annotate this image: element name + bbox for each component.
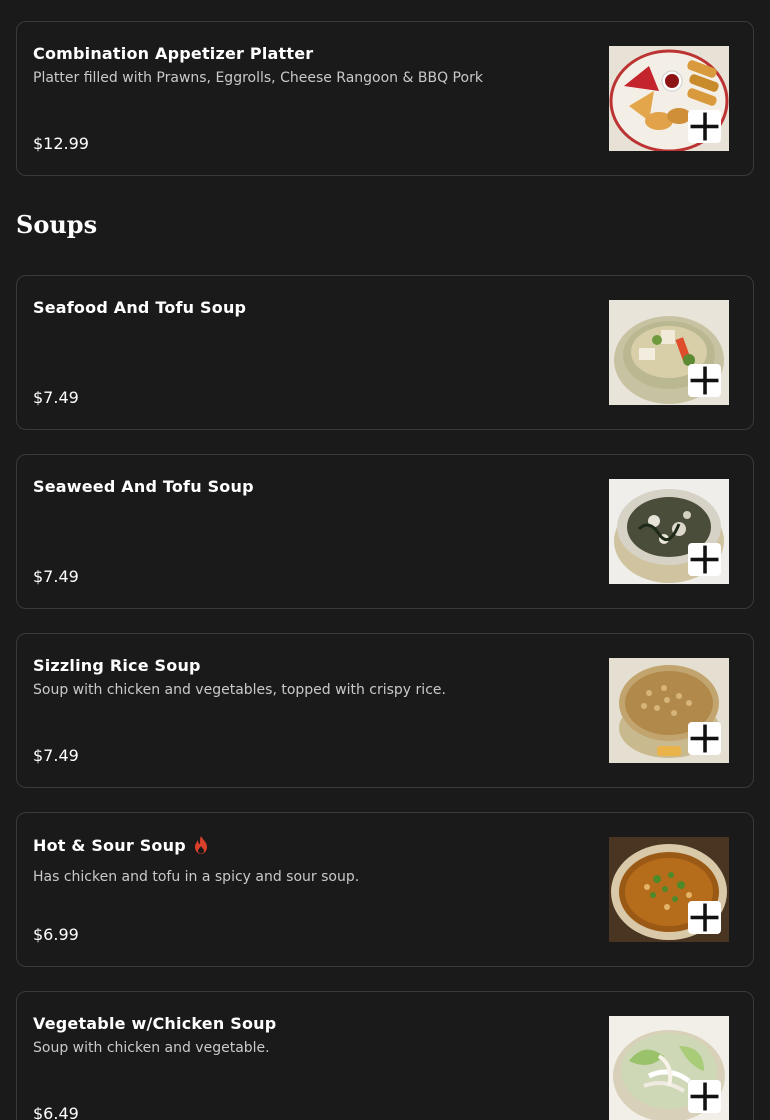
add-to-cart-button[interactable] — [688, 901, 721, 934]
item-price: $7.49 — [33, 388, 79, 407]
item-photo[interactable] — [609, 658, 729, 763]
item-price: $6.49 — [33, 1104, 79, 1120]
item-photo[interactable] — [609, 1016, 729, 1120]
item-price: $12.99 — [33, 134, 89, 153]
menu-item-card[interactable]: Seafood And Tofu Soup $7.49 — [16, 275, 754, 430]
menu-page: Combination Appetizer Platter Platter fi… — [0, 0, 770, 1120]
add-to-cart-button[interactable] — [688, 543, 721, 576]
item-description: Soup with chicken and vegetable. — [33, 1040, 270, 1056]
item-photo[interactable] — [609, 837, 729, 942]
plus-icon — [690, 724, 719, 753]
plus-icon — [690, 112, 719, 141]
item-name-text: Hot & Sour Soup — [33, 835, 186, 855]
item-description: Soup with chicken and vegetables, topped… — [33, 682, 446, 698]
item-price: $7.49 — [33, 567, 79, 586]
plus-icon — [690, 366, 719, 395]
item-photo[interactable] — [609, 479, 729, 584]
menu-item-card[interactable]: Seaweed And Tofu Soup $7.49 — [16, 454, 754, 609]
item-name: Combination Appetizer Platter — [33, 44, 314, 63]
item-photo[interactable] — [609, 46, 729, 151]
menu-item-card[interactable]: Vegetable w/Chicken Soup Soup with chick… — [16, 991, 754, 1120]
item-name: Seafood And Tofu Soup — [33, 298, 247, 317]
plus-icon — [690, 903, 719, 932]
item-photo[interactable] — [609, 300, 729, 405]
add-to-cart-button[interactable] — [688, 1080, 721, 1113]
item-name: Seaweed And Tofu Soup — [33, 477, 254, 496]
spicy-flame-icon — [192, 835, 210, 855]
plus-icon — [690, 545, 719, 574]
section-title: Soups — [16, 210, 98, 239]
menu-item-card[interactable]: Sizzling Rice Soup Soup with chicken and… — [16, 633, 754, 788]
plus-icon — [690, 1082, 719, 1111]
item-name: Vegetable w/Chicken Soup — [33, 1014, 277, 1033]
item-price: $6.99 — [33, 925, 79, 944]
item-price: $7.49 — [33, 746, 79, 765]
add-to-cart-button[interactable] — [688, 722, 721, 755]
item-name: Hot & Sour Soup — [33, 835, 210, 855]
item-description: Has chicken and tofu in a spicy and sour… — [33, 869, 360, 885]
menu-item-card[interactable]: Combination Appetizer Platter Platter fi… — [16, 21, 754, 176]
add-to-cart-button[interactable] — [688, 110, 721, 143]
item-description: Platter filled with Prawns, Eggrolls, Ch… — [33, 70, 483, 86]
menu-item-card[interactable]: Hot & Sour Soup Has chicken and tofu in … — [16, 812, 754, 967]
add-to-cart-button[interactable] — [688, 364, 721, 397]
item-name: Sizzling Rice Soup — [33, 656, 201, 675]
